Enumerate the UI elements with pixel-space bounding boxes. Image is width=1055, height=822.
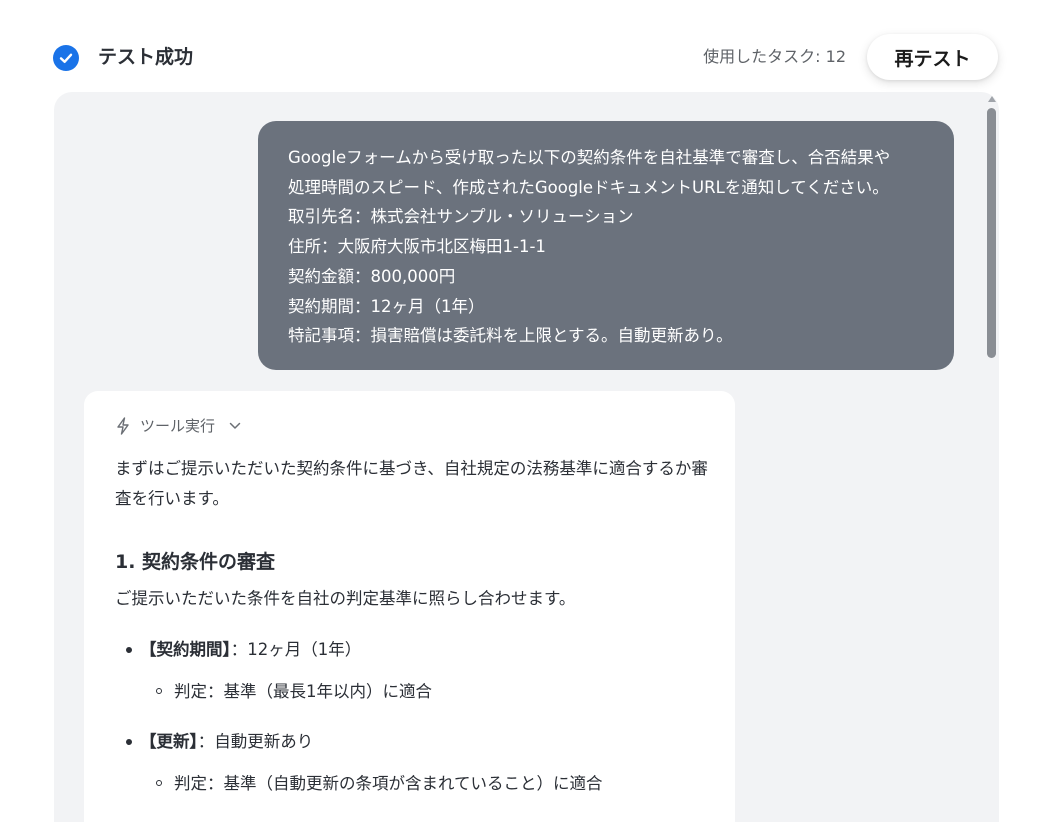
assistant-message-card: ツール実行 まずはご提示いただいた契約条件に基づき、自社規定の法務基準に適合する… xyxy=(84,391,735,822)
tool-execution-label: ツール実行 xyxy=(140,417,216,435)
section-description: ご提示いただいた条件を自社の判定基準に照らし合わせます。 xyxy=(115,589,576,608)
circle-bullet-icon xyxy=(156,780,162,786)
test-result-header: テスト成功 使用したタスク: 12 再テスト xyxy=(0,0,1055,92)
user-message-line: 特記事項：損害賠償は委託料を上限とする。自動更新あり。 xyxy=(288,326,733,346)
list-item-label: 【更新】 xyxy=(140,732,198,751)
scroll-thumb[interactable] xyxy=(987,108,996,358)
bullet-icon xyxy=(126,647,132,653)
check-circle-icon xyxy=(53,45,79,71)
chevron-down-icon[interactable] xyxy=(229,422,241,430)
user-message-line: 契約期間：12ヶ月（1年） xyxy=(288,296,485,316)
scroll-up-arrow-icon[interactable] xyxy=(988,96,996,102)
scrollbar[interactable] xyxy=(985,94,999,822)
tool-execution-toggle[interactable]: ツール実行 xyxy=(116,415,241,437)
user-message-bubble: Googleフォームから受け取った以下の契約条件を自社基準で審査し、合否結果や … xyxy=(258,121,954,370)
assistant-intro-text: まずはご提示いただいた契約条件に基づき、自社規定の法務基準に適合するか審査を行い… xyxy=(115,459,708,508)
user-message-line: Googleフォームから受け取った以下の契約条件を自社基準で審査し、合否結果や xyxy=(288,148,891,167)
bullet-icon xyxy=(126,739,132,745)
sub-list-item-text: 判定：基準（自動更新の条項が含まれていること）に適合 xyxy=(174,774,603,793)
user-message-line: 処理時間のスピード、作成されたGoogleドキュメントURLを通知してください。 xyxy=(288,177,889,197)
list-item-value: ：12ヶ月（1年） xyxy=(230,640,362,659)
list-item: 【契約期間】：12ヶ月（1年） xyxy=(126,637,362,663)
sub-list-item: 判定：基準（自動更新の条項が含まれていること）に適合 xyxy=(156,771,603,797)
list-item: 【更新】：自動更新あり xyxy=(126,729,314,755)
lightning-icon xyxy=(116,417,130,435)
list-item-value: ：自動更新あり xyxy=(197,732,314,751)
status-title: テスト成功 xyxy=(98,46,194,68)
task-count: 使用したタスク: 12 xyxy=(703,47,846,66)
user-message-line: 契約金額：800,000円 xyxy=(288,266,456,286)
retest-button[interactable]: 再テスト xyxy=(867,34,998,80)
user-message-line: 住所：大阪府大阪市北区梅田1-1-1 xyxy=(288,237,546,257)
section-heading: 1. 契約条件の審査 xyxy=(115,551,276,573)
list-item-label: 【契約期間】 xyxy=(140,640,231,659)
sub-list-item-text: 判定：基準（最長1年以内）に適合 xyxy=(174,682,432,701)
user-message-line: 取引先名：株式会社サンプル・ソリューション xyxy=(288,207,634,227)
app-page: テスト成功 使用したタスク: 12 再テスト Googleフォームから受け取った… xyxy=(0,0,1055,822)
sub-list-item: 判定：基準（最長1年以内）に適合 xyxy=(156,679,432,705)
circle-bullet-icon xyxy=(156,688,162,694)
